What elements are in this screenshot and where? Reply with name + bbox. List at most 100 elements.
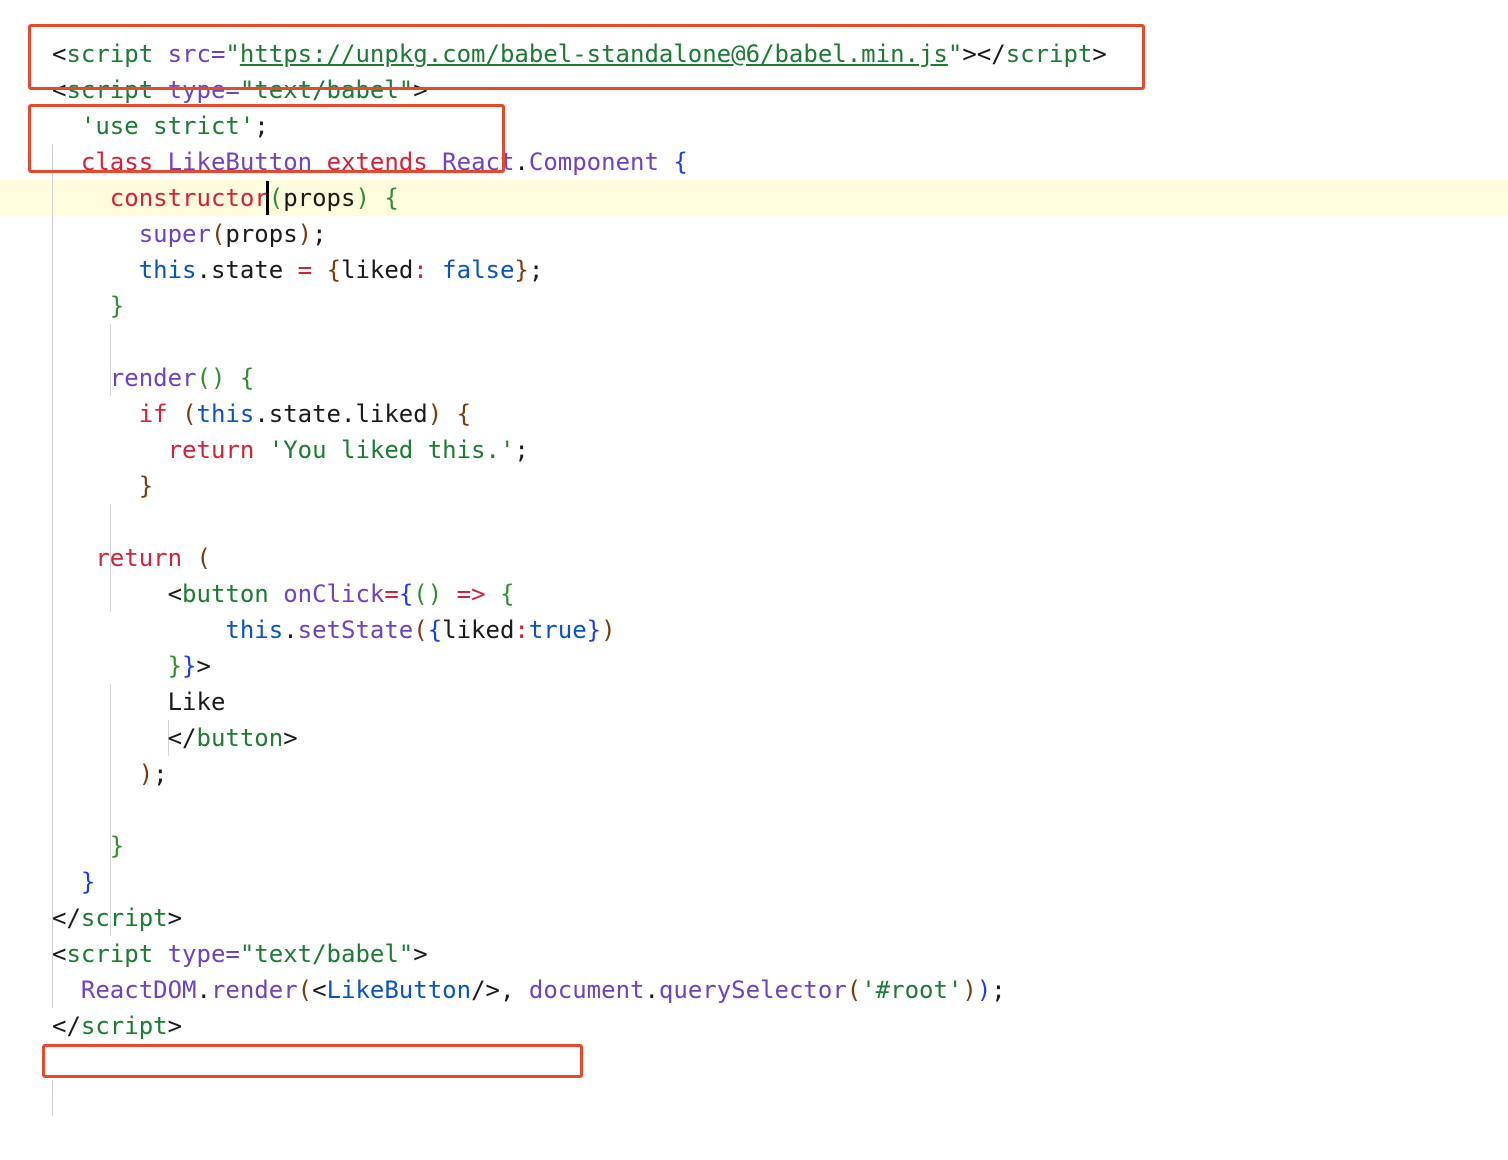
- code-line[interactable]: if (this.state.liked) {: [52, 396, 471, 432]
- code-token: .: [644, 976, 659, 1004]
- code-token: ,: [499, 976, 529, 1004]
- code-token: ;: [312, 220, 327, 248]
- code-token: {: [456, 400, 472, 428]
- code-token: >: [196, 652, 211, 680]
- code-token: type=: [153, 940, 240, 968]
- code-token: }: [138, 472, 154, 500]
- code-token: if: [138, 400, 168, 428]
- code-token: constructor: [109, 184, 269, 212]
- code-token: this: [225, 616, 284, 644]
- code-token: props: [225, 220, 298, 248]
- code-token: </: [52, 904, 81, 932]
- code-token: (: [210, 220, 226, 248]
- code-line[interactable]: </script>: [52, 1008, 182, 1044]
- code-token: Like: [52, 688, 226, 716]
- code-token: (: [182, 400, 197, 428]
- code-line[interactable]: constructor(props) {: [52, 180, 399, 216]
- code-line[interactable]: Like: [52, 684, 226, 720]
- code-token: false: [442, 256, 515, 284]
- code-token: <: [52, 580, 183, 608]
- code-line[interactable]: super(props);: [52, 216, 327, 252]
- code-line[interactable]: </button>: [52, 720, 298, 756]
- code-token: }: [167, 652, 183, 680]
- code-token: .: [514, 148, 529, 176]
- code-line[interactable]: }}>: [52, 648, 211, 684]
- code-token: .state: [196, 256, 298, 284]
- highlight-box-babel-cdn: [28, 24, 1145, 90]
- code-line[interactable]: </script>: [52, 900, 182, 936]
- code-token: {: [427, 616, 443, 644]
- code-token: return: [95, 544, 183, 572]
- code-line[interactable]: }: [52, 828, 124, 864]
- highlight-box-babel-script-render: [42, 1044, 583, 1078]
- code-token: {: [499, 580, 515, 608]
- code-token: >: [167, 1012, 183, 1040]
- code-token: ): [601, 616, 616, 644]
- code-token: this: [138, 256, 197, 284]
- code-token: (: [196, 544, 211, 572]
- code-line[interactable]: ReactDOM.render(<LikeButton/>, document.…: [52, 972, 1006, 1008]
- code-token: <: [52, 940, 67, 968]
- code-token: :: [514, 616, 529, 644]
- code-token: Component: [528, 148, 659, 176]
- code-token: =: [384, 580, 399, 608]
- code-token: ReactDOM: [80, 976, 197, 1004]
- code-token: .: [283, 616, 298, 644]
- code-token: {: [239, 364, 255, 392]
- code-token: liked: [341, 256, 414, 284]
- code-token: (: [268, 184, 284, 212]
- code-line[interactable]: }: [52, 288, 124, 324]
- code-line[interactable]: return (: [52, 540, 211, 576]
- code-line[interactable]: return 'You liked this.';: [52, 432, 529, 468]
- code-token: {: [326, 256, 342, 284]
- code-token: button: [182, 580, 269, 608]
- code-token: }: [586, 616, 602, 644]
- code-line[interactable]: <script type="text/babel">: [52, 936, 428, 972]
- code-token: .: [196, 976, 211, 1004]
- code-token: (: [413, 616, 428, 644]
- code-token: super: [138, 220, 211, 248]
- code-token: :: [413, 256, 428, 284]
- code-token: this: [196, 400, 255, 428]
- code-token: script: [80, 1012, 168, 1040]
- code-token: setState: [297, 616, 414, 644]
- code-token: {: [673, 148, 688, 176]
- code-token: >: [413, 940, 428, 968]
- code-token: render: [109, 364, 197, 392]
- code-token: ;: [514, 436, 529, 464]
- code-editor[interactable]: <script src="https://unpkg.com/babel-sta…: [0, 0, 1508, 1160]
- indent-guide: [52, 1080, 53, 1116]
- code-token: (): [413, 580, 443, 608]
- code-line[interactable]: );: [52, 756, 168, 792]
- code-token: </: [52, 1012, 81, 1040]
- code-line[interactable]: }: [52, 864, 95, 900]
- code-token: ): [962, 976, 977, 1004]
- code-token: querySelector: [658, 976, 847, 1004]
- code-line[interactable]: <button onClick={() => {: [52, 576, 515, 612]
- code-token: script: [66, 940, 154, 968]
- code-token: ): [427, 400, 443, 428]
- code-line[interactable]: }: [52, 468, 153, 504]
- code-token: }: [514, 256, 529, 284]
- code-token: }: [80, 868, 96, 896]
- code-token: ;: [153, 760, 168, 788]
- code-line[interactable]: this.setState({liked:true}): [52, 612, 616, 648]
- code-line[interactable]: render() {: [52, 360, 255, 396]
- code-token: 'You liked this.': [268, 436, 515, 464]
- code-line[interactable]: this.state = {liked: false};: [52, 252, 544, 288]
- text-cursor: [266, 181, 269, 215]
